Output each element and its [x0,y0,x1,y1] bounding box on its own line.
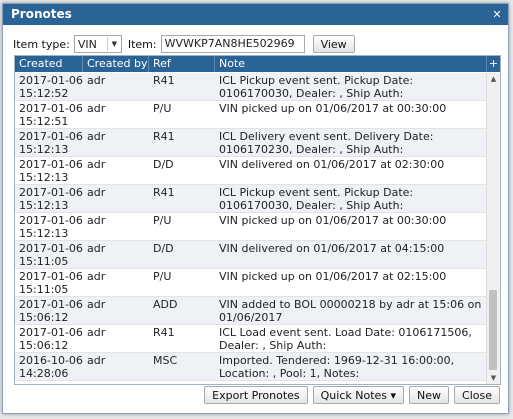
cell-created-by: adr [87,74,106,87]
cell-created: 2017-01-06 15:12:13 [19,214,83,240]
scroll-up-icon[interactable]: ▲ [487,73,500,85]
table-row[interactable]: 2017-01-06 15:12:13 adr P/U VIN picked up o… [15,213,487,241]
cell-note: ICL Load event sent. Load Date: 01061715… [219,326,472,352]
column-header-created-by[interactable]: Created by [83,56,149,72]
column-header-note[interactable]: Note [215,56,487,72]
item-input[interactable]: WVWKP7AN8HE502969 [160,35,305,53]
cell-ref: MSC [153,354,178,367]
cell-ref: D/D [153,158,174,171]
table-row[interactable]: 2017-01-06 15:12:52 adr R41 ICL Pickup even… [15,73,487,101]
cell-ref: R41 [153,186,175,199]
cell-note: VIN delivered on 01/06/2017 at 04:15:00 [219,242,445,255]
cell-created-by: adr [87,242,106,255]
cell-note: ICL Delivery event sent. Delivery Date: … [219,130,434,156]
pronotes-dialog: Pronotes ✕ Item type: VIN ▼ Item: WVWKP7… [2,3,509,414]
close-button[interactable]: Close [454,386,500,404]
cell-note: VIN picked up on 01/06/2017 at 00:30:00 [219,214,447,227]
pronotes-grid: Created Created by Ref Note + 2017-01-06… [14,55,501,385]
cell-ref: R41 [153,326,175,339]
grid-body: 2017-01-06 15:12:52 adr R41 ICL Pickup even… [15,73,487,384]
table-row[interactable]: 2017-01-06 15:12:13 adr D/D VIN delivered o… [15,157,487,185]
vertical-scrollbar[interactable]: ▲ ▼ [486,73,500,384]
close-icon[interactable]: ✕ [491,4,503,25]
item-type-select[interactable]: VIN ▼ [73,35,122,53]
cell-created-by: adr [87,102,106,115]
cell-created: 2017-01-06 15:06:12 [19,326,83,352]
cell-ref: P/U [153,270,172,283]
cell-created-by: adr [87,186,106,199]
scrollbar-thumb[interactable] [489,290,497,370]
cell-created: 2017-01-06 15:12:13 [19,186,83,212]
cell-note: VIN picked up on 01/06/2017 at 00:30:00 [219,102,447,115]
cell-created: 2017-01-06 15:12:13 [19,130,83,156]
view-button[interactable]: View [312,35,355,53]
dialog-title: Pronotes [11,7,72,21]
cell-note: ICL Pickup event sent. Pickup Date: 0106… [219,74,414,100]
cell-ref: R41 [153,130,175,143]
cell-created-by: adr [87,214,106,227]
dialog-titlebar: Pronotes ✕ [3,4,508,25]
cell-created: 2017-01-06 15:11:05 [19,270,83,296]
cell-created: 2017-01-06 15:11:05 [19,242,83,268]
cell-created: 2016-10-06 14:28:06 [19,354,83,380]
table-row[interactable]: 2017-01-06 15:12:51 adr P/U VIN picked up o… [15,101,487,129]
cell-ref: P/U [153,102,172,115]
cell-created-by: adr [87,298,106,311]
cell-ref: R41 [153,74,175,87]
table-row[interactable]: 2017-01-06 15:12:13 adr R41 ICL Pickup even… [15,185,487,213]
column-header-ref[interactable]: Ref [149,56,215,72]
chevron-down-icon[interactable]: ▼ [106,37,121,51]
column-header-created[interactable]: Created [15,56,83,72]
table-row[interactable]: 2017-01-06 15:12:13 adr R41 ICL Delivery ev… [15,129,487,157]
cell-ref: D/D [153,242,174,255]
table-row[interactable]: 2017-01-06 15:11:05 adr D/D VIN delivered o… [15,241,487,269]
cell-created-by: adr [87,354,106,367]
item-type-value: VIN [77,37,97,51]
filter-bar: Item type: VIN ▼ Item: WVWKP7AN8HE502969… [13,33,355,55]
table-row[interactable]: 2017-01-06 15:06:12 adr R41 ICL Load event … [15,325,487,353]
cell-created: 2017-01-06 15:12:13 [19,158,83,184]
table-row[interactable]: 2016-10-06 14:28:06 adr MSC Imported. Tende… [15,353,487,381]
scroll-down-icon[interactable]: ▼ [487,372,500,384]
item-type-label: Item type: [13,37,70,51]
cell-created: 2017-01-06 15:12:52 [19,74,83,100]
cell-note: Imported. Tendered: 1969-12-31 16:00:00,… [219,354,455,380]
grid-header: Created Created by Ref Note + [15,56,500,72]
cell-note: ICL Pickup event sent. Pickup Date: 0106… [219,186,414,212]
dialog-footer: Export Pronotes Quick Notes ▾ New Close [199,386,500,404]
cell-note: VIN added to BOL 00000218 by adr at 15:0… [219,298,482,324]
export-pronotes-button[interactable]: Export Pronotes [204,386,308,404]
cell-created-by: adr [87,326,106,339]
cell-created: 2017-01-06 15:12:51 [19,102,83,128]
cell-created-by: adr [87,130,106,143]
cell-created: 2017-01-06 15:06:12 [19,298,83,324]
cell-note: VIN picked up on 01/06/2017 at 02:15:00 [219,270,447,283]
table-row[interactable]: 2017-01-06 15:06:12 adr ADD VIN added to BO… [15,297,487,325]
cell-note: VIN delivered on 01/06/2017 at 02:30:00 [219,158,445,171]
add-icon[interactable]: + [487,56,500,72]
quick-notes-button[interactable]: Quick Notes ▾ [312,386,405,404]
cell-created-by: adr [87,158,106,171]
cell-ref: P/U [153,214,172,227]
cell-created-by: adr [87,270,106,283]
item-label: Item: [127,37,157,51]
cell-ref: ADD [153,298,178,311]
table-row[interactable]: 2017-01-06 15:11:05 adr P/U VIN picked up o… [15,269,487,297]
new-button[interactable]: New [409,386,450,404]
